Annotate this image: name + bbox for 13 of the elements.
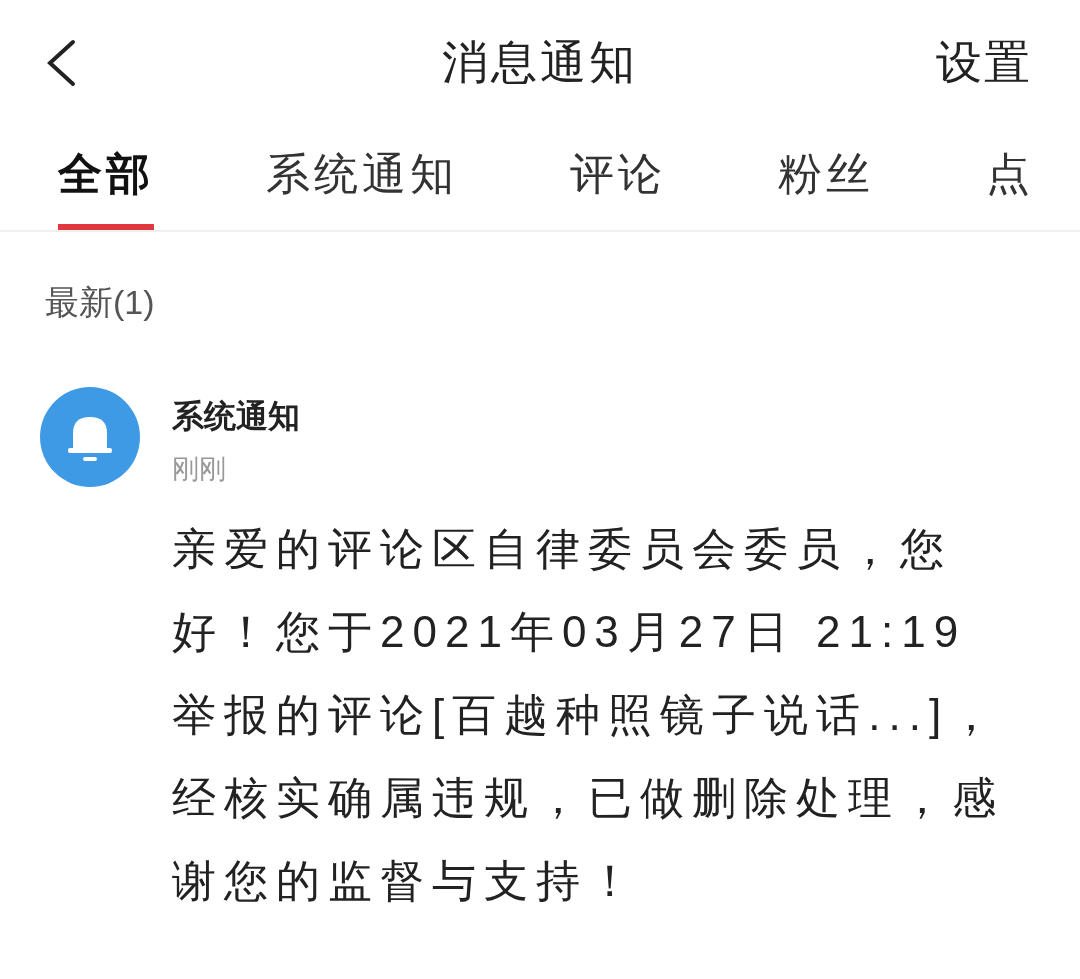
bell-icon: [40, 387, 140, 487]
page-title: 消息通知: [442, 34, 638, 90]
settings-button[interactable]: 设置: [936, 31, 1035, 94]
tab[interactable]: 粉丝: [778, 125, 874, 230]
section-title: 最新(1): [44, 282, 155, 323]
tab[interactable]: 评论: [570, 125, 666, 230]
timestamp: 刚刚: [172, 453, 226, 486]
tab[interactable]: 系统通知: [266, 125, 458, 230]
tab[interactable]: 全部: [58, 125, 154, 230]
message-text: 亲爱的评论区自律委员会委员，您好！您于2021年03月27日 21:19举报的评论[百越种照镜子说话...]，经核实确属违规，已做删除处理，感谢您的监督与支持！: [172, 523, 1005, 907]
back-icon[interactable]: [45, 38, 77, 87]
tab[interactable]: 点: [986, 125, 1034, 230]
sender-name: 系统通知: [172, 397, 300, 436]
